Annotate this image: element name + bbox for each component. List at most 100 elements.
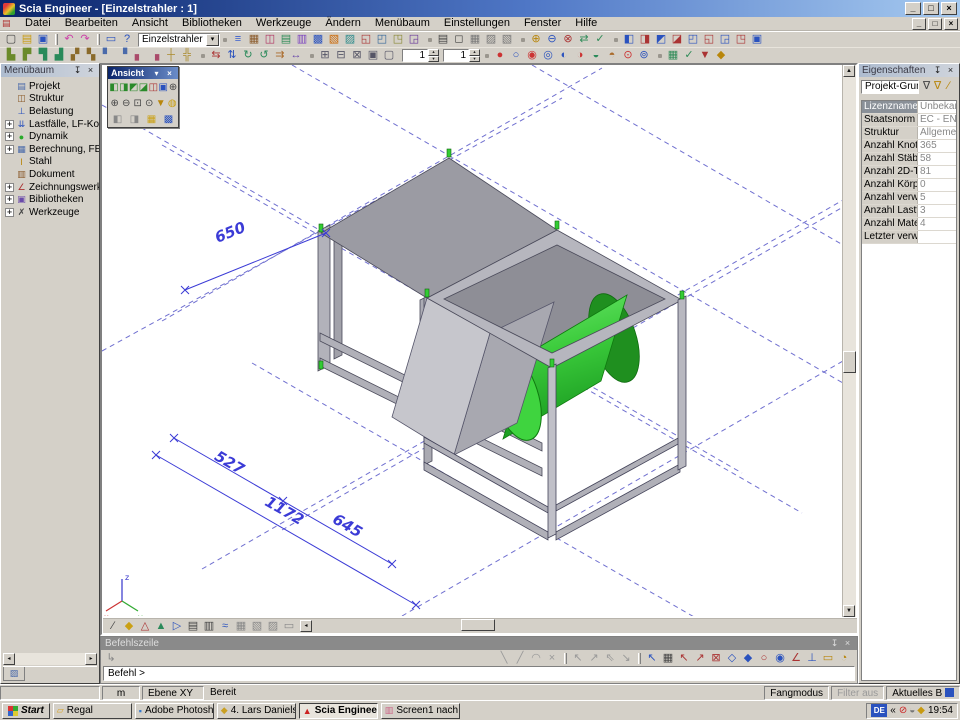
snap-ortho-icon[interactable]: ▭ [820,651,836,666]
status-plane[interactable]: Ebene XY [142,686,204,700]
grid-icon[interactable]: ▦ [233,619,249,634]
rotate-icon[interactable]: ↻ [240,48,256,63]
scroll-down-icon[interactable]: ▼ [843,605,855,617]
view-fit-icon[interactable]: ▣ [158,79,168,95]
tree-item[interactable]: + ▦ Berechnung, FE-Netz [4,143,99,156]
hatch-icon[interactable]: ▧ [249,619,265,634]
cross-icon[interactable]: ╬ [179,48,195,63]
zoom-window-icon[interactable]: ⊡ [132,95,144,111]
taskbar-task[interactable]: ▲ Scia Engineer - [... [299,703,378,719]
sheet-icon[interactable]: ⊟ [333,48,349,63]
activity-value[interactable]: 1 [402,49,428,62]
property-row[interactable]: Staatsnorm EC - ENV [862,114,956,127]
spin-down-icon[interactable]: ▾ [469,56,480,63]
accept-icon[interactable]: ✓ [592,32,608,47]
loadcase-spinner[interactable]: 1 ▴▾ [443,49,480,62]
preview-icon[interactable]: ◻ [451,32,467,47]
menu-item[interactable]: Hilfe [568,17,604,30]
arrow-icon[interactable]: ▷ [169,619,185,634]
spin-down-icon[interactable]: ▾ [428,56,439,63]
display-icon[interactable]: ◉ [524,48,540,63]
images-icon[interactable]: ◱ [358,32,374,47]
hscroll-thumb[interactable] [461,619,495,631]
taskbar-task[interactable]: ◆ 4. Lars Danielsson ... [217,703,296,719]
node-icon[interactable]: ▘ [99,48,115,63]
menu-item[interactable]: Fenster [517,17,568,30]
column-icon[interactable]: ▜ [35,48,51,63]
tree-item[interactable]: + ▤ Projekt [4,80,99,93]
edit-icon[interactable]: ∕ [943,79,954,94]
property-row[interactable]: Anzahl Lastfäll... 3 [862,205,956,218]
close-icon[interactable]: × [842,638,853,649]
mesh-icon[interactable]: ▦ [665,48,681,63]
pin-icon[interactable]: ↧ [829,638,840,649]
solid-icon[interactable]: ▲ [153,619,169,634]
view-icon[interactable]: ◨ [637,32,653,47]
support-icon[interactable]: ▖ [131,48,147,63]
node-icon[interactable]: ▝ [115,48,131,63]
snap-box-icon[interactable]: ⊠ [708,651,724,666]
plate-icon[interactable]: ▚ [83,48,99,63]
property-row[interactable]: Anzahl Materi... 4 [862,218,956,231]
property-row[interactable]: Anzahl Stäbe: 58 [862,153,956,166]
snap-arc-icon[interactable]: ◠ [528,651,544,666]
property-type-combo[interactable]: Projekt-Grundd ▾ [861,80,919,94]
tree-item[interactable]: + ▥ Dokument [4,168,99,181]
loadcase-value[interactable]: 1 [443,49,469,62]
stretch-icon[interactable]: ↔ [288,48,304,63]
snap-end-icon[interactable]: ↗ [692,651,708,666]
vscroll-thumb[interactable] [843,351,856,373]
property-row[interactable]: Lizenzname Unbekannt [862,101,956,114]
sheet-icon[interactable]: ⊠ [349,48,365,63]
chevron-down-icon[interactable]: ▾ [206,34,219,46]
view-xy-icon[interactable]: ◧ [109,79,119,95]
snap-x-icon[interactable]: × [544,651,560,666]
close-button[interactable]: × [941,2,957,15]
tree-item[interactable]: + ⊥ Belastung [4,105,99,118]
tray-block-icon[interactable]: ⊘ [899,705,907,716]
expand-icon[interactable]: + [5,183,14,192]
close-icon[interactable]: × [164,68,175,79]
zoom-lock-icon[interactable]: ⊕ [168,79,178,95]
display-icon[interactable]: ◐ [556,48,572,63]
mirror-icon[interactable]: ⇅ [224,48,240,63]
view-icon[interactable]: ◰ [685,32,701,47]
ansicht-title-bar[interactable]: Ansicht ▾ × [108,67,178,79]
property-row[interactable]: Letzter verwen... [862,231,956,244]
redo-icon[interactable]: ↷ [77,32,93,47]
display-icon[interactable]: ● [492,48,508,63]
results-icon[interactable]: ▼ [697,48,713,63]
expand-icon[interactable]: + [5,145,14,154]
display-icon[interactable]: ◓ [604,48,620,63]
display-icon[interactable]: ◑ [572,48,588,63]
tray-pen-icon[interactable]: ◆ [917,705,925,716]
expand-icon[interactable]: + [5,120,14,129]
view-xz-icon[interactable]: ◨ [119,79,129,95]
table-icon[interactable]: ▥ [201,619,217,634]
array-icon[interactable]: ⇉ [272,48,288,63]
column-icon[interactable]: ▟ [51,48,67,63]
tray-overflow-icon[interactable]: « [890,705,896,716]
pin-icon[interactable]: ↧ [72,65,83,76]
cursor3-icon[interactable]: ⇖ [602,651,618,666]
display-icon[interactable]: ⊙ [620,48,636,63]
expand-icon[interactable]: + [5,132,14,141]
scroll-up-icon[interactable]: ▲ [843,65,855,77]
display-icon[interactable]: ◎ [540,48,556,63]
status-filter[interactable]: Filter aus [831,686,884,700]
help-icon[interactable]: ? [119,32,135,47]
angle-icon[interactable]: △ [137,619,153,634]
cursor-icon[interactable]: ↖ [570,651,586,666]
view-axo-icon[interactable]: ◪ [139,79,149,95]
catalog-icon[interactable]: ▥ [294,32,310,47]
beam-icon[interactable]: ▙ [3,48,19,63]
snap-angle-icon[interactable]: ∠ [788,651,804,666]
new-icon[interactable]: ▢ [3,32,19,47]
project-combo[interactable]: Einzelstrahler ▾ [138,33,220,47]
document-icon[interactable]: ▤ [2,18,14,29]
check-icon[interactable]: ✓ [681,48,697,63]
tree-item[interactable]: + ◫ Struktur [4,93,99,106]
status-fangmodus[interactable]: Fangmodus [764,686,829,700]
shade-icon[interactable]: ▨ [265,619,281,634]
prev-view-icon[interactable]: ◧ [109,111,126,127]
